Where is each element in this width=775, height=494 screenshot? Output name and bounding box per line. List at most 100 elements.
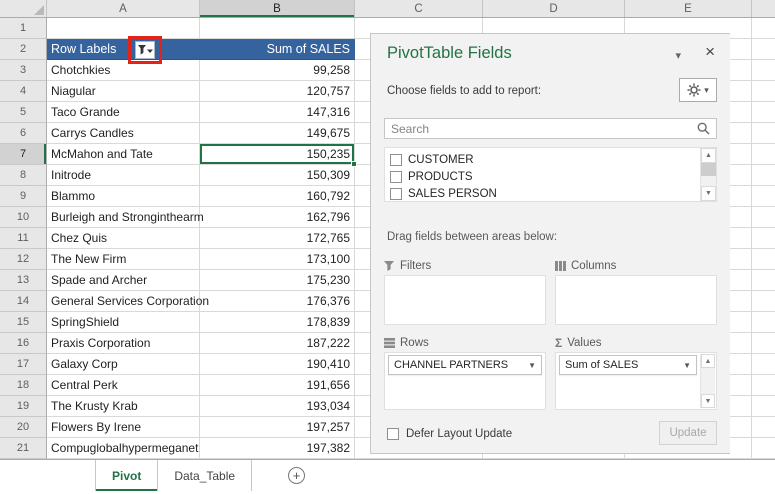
cell-B10[interactable]: 162,796: [200, 207, 355, 228]
sheet-tab-pivot[interactable]: Pivot: [96, 460, 159, 491]
values-dropzone[interactable]: Sum of SALES ▼ ▲ ▼: [555, 352, 717, 410]
cell-A12[interactable]: The New Firm: [47, 249, 200, 270]
cell-A15[interactable]: SpringShield: [47, 312, 200, 333]
checkbox-products[interactable]: [390, 170, 402, 183]
col-header-D[interactable]: D: [483, 0, 625, 17]
row-header-17[interactable]: 17: [0, 354, 47, 375]
row-header-3[interactable]: 3: [0, 60, 47, 81]
cell-B12[interactable]: 173,100: [200, 249, 355, 270]
cell-F13[interactable]: [752, 270, 775, 291]
cell-B7[interactable]: 150,235: [200, 144, 357, 167]
pane-options-chevron-icon[interactable]: ▾: [675, 49, 681, 62]
cell-F9[interactable]: [752, 186, 775, 207]
row-header-19[interactable]: 19: [0, 396, 47, 417]
cell-A2[interactable]: Row Labels: [47, 39, 200, 60]
cell-F5[interactable]: [752, 102, 775, 123]
cell-B5[interactable]: 147,316: [200, 102, 355, 123]
cell-A18[interactable]: Central Perk: [47, 375, 200, 396]
row-header-10[interactable]: 10: [0, 207, 47, 228]
cell-A6[interactable]: Carrys Candles: [47, 123, 200, 144]
values-scrollbar[interactable]: ▲ ▼: [700, 354, 715, 408]
row-header-15[interactable]: 15: [0, 312, 47, 333]
scroll-up-icon[interactable]: ▲: [701, 354, 715, 368]
checkbox-customer[interactable]: [390, 153, 402, 166]
checkbox-sales-person[interactable]: [390, 187, 402, 200]
col-header-F[interactable]: [752, 0, 775, 17]
cell-B20[interactable]: 197,257: [200, 417, 355, 438]
cell-F7[interactable]: [752, 144, 775, 165]
cell-A3[interactable]: Chotchkies: [47, 60, 200, 81]
row-header-13[interactable]: 13: [0, 270, 47, 291]
cell-B4[interactable]: 120,757: [200, 81, 355, 102]
cell-F18[interactable]: [752, 375, 775, 396]
search-input[interactable]: [385, 121, 697, 136]
cell-B11[interactable]: 172,765: [200, 228, 355, 249]
cell-B19[interactable]: 193,034: [200, 396, 355, 417]
cell-B14[interactable]: 176,376: [200, 291, 355, 312]
cell-A7[interactable]: McMahon and Tate: [47, 144, 200, 165]
cell-A21[interactable]: Compuglobalhypermeganet: [47, 438, 200, 459]
cell-F15[interactable]: [752, 312, 775, 333]
values-field-pill[interactable]: Sum of SALES ▼: [559, 355, 697, 375]
cell-B18[interactable]: 191,656: [200, 375, 355, 396]
cell-F19[interactable]: [752, 396, 775, 417]
cell-A14[interactable]: General Services Corporation: [47, 291, 209, 312]
row-header-18[interactable]: 18: [0, 375, 47, 396]
row-header-6[interactable]: 6: [0, 123, 47, 144]
defer-layout-checkbox[interactable]: [387, 428, 399, 440]
cell-F20[interactable]: [752, 417, 775, 438]
row-header-16[interactable]: 16: [0, 333, 47, 354]
cell-F16[interactable]: [752, 333, 775, 354]
cell-B6[interactable]: 149,675: [200, 123, 355, 144]
cell-A8[interactable]: Initrode: [47, 165, 200, 186]
rows-field-pill[interactable]: CHANNEL PARTNERS ▼: [388, 355, 542, 375]
cell-B8[interactable]: 150,309: [200, 165, 355, 186]
sheet-tab-data-table[interactable]: Data_Table: [158, 460, 253, 491]
cell-A13[interactable]: Spade and Archer: [47, 270, 200, 291]
cell-F12[interactable]: [752, 249, 775, 270]
fill-handle[interactable]: [351, 161, 357, 167]
filters-dropzone[interactable]: [384, 275, 546, 325]
row-header-4[interactable]: 4: [0, 81, 47, 102]
cell-B21[interactable]: 197,382: [200, 438, 355, 459]
row-header-21[interactable]: 21: [0, 438, 47, 459]
cell-A20[interactable]: Flowers By Irene: [47, 417, 200, 438]
col-header-C[interactable]: C: [355, 0, 483, 17]
cell-F4[interactable]: [752, 81, 775, 102]
cell-A4[interactable]: Niagular: [47, 81, 200, 102]
cell-B1[interactable]: [200, 18, 355, 39]
cell-F6[interactable]: [752, 123, 775, 144]
update-button[interactable]: Update: [659, 421, 717, 445]
row-header-2[interactable]: 2: [0, 39, 47, 60]
cell-B3[interactable]: 99,258: [200, 60, 355, 81]
cell-B9[interactable]: 160,792: [200, 186, 355, 207]
cell-B15[interactable]: 178,839: [200, 312, 355, 333]
rows-dropzone[interactable]: CHANNEL PARTNERS ▼: [384, 352, 546, 410]
field-item-products[interactable]: PRODUCTS: [390, 168, 696, 185]
cell-A9[interactable]: Blammo: [47, 186, 200, 207]
cell-F8[interactable]: [752, 165, 775, 186]
row-header-1[interactable]: 1: [0, 18, 47, 39]
field-item-sales-person[interactable]: SALES PERSON: [390, 185, 696, 202]
columns-dropzone[interactable]: [555, 275, 717, 325]
cell-F3[interactable]: [752, 60, 775, 81]
col-header-A[interactable]: A: [47, 0, 200, 17]
cell-F21[interactable]: [752, 438, 775, 459]
tools-button[interactable]: ▾: [679, 78, 717, 102]
cell-A1[interactable]: [47, 18, 200, 39]
row-header-7[interactable]: 7: [0, 144, 47, 165]
cell-A10[interactable]: Burleigh and Stronginthearm: [47, 207, 204, 228]
row-header-12[interactable]: 12: [0, 249, 47, 270]
cell-A16[interactable]: Praxis Corporation: [47, 333, 200, 354]
cell-F14[interactable]: [752, 291, 775, 312]
add-sheet-button[interactable]: +: [288, 460, 306, 491]
row-header-14[interactable]: 14: [0, 291, 47, 312]
row-header-11[interactable]: 11: [0, 228, 47, 249]
cell-F1[interactable]: [752, 18, 775, 39]
cell-F17[interactable]: [752, 354, 775, 375]
cell-A17[interactable]: Galaxy Corp: [47, 354, 200, 375]
pane-close-icon[interactable]: ×: [705, 43, 715, 60]
row-header-5[interactable]: 5: [0, 102, 47, 123]
scroll-down-icon[interactable]: ▼: [701, 394, 715, 408]
row-header-20[interactable]: 20: [0, 417, 47, 438]
